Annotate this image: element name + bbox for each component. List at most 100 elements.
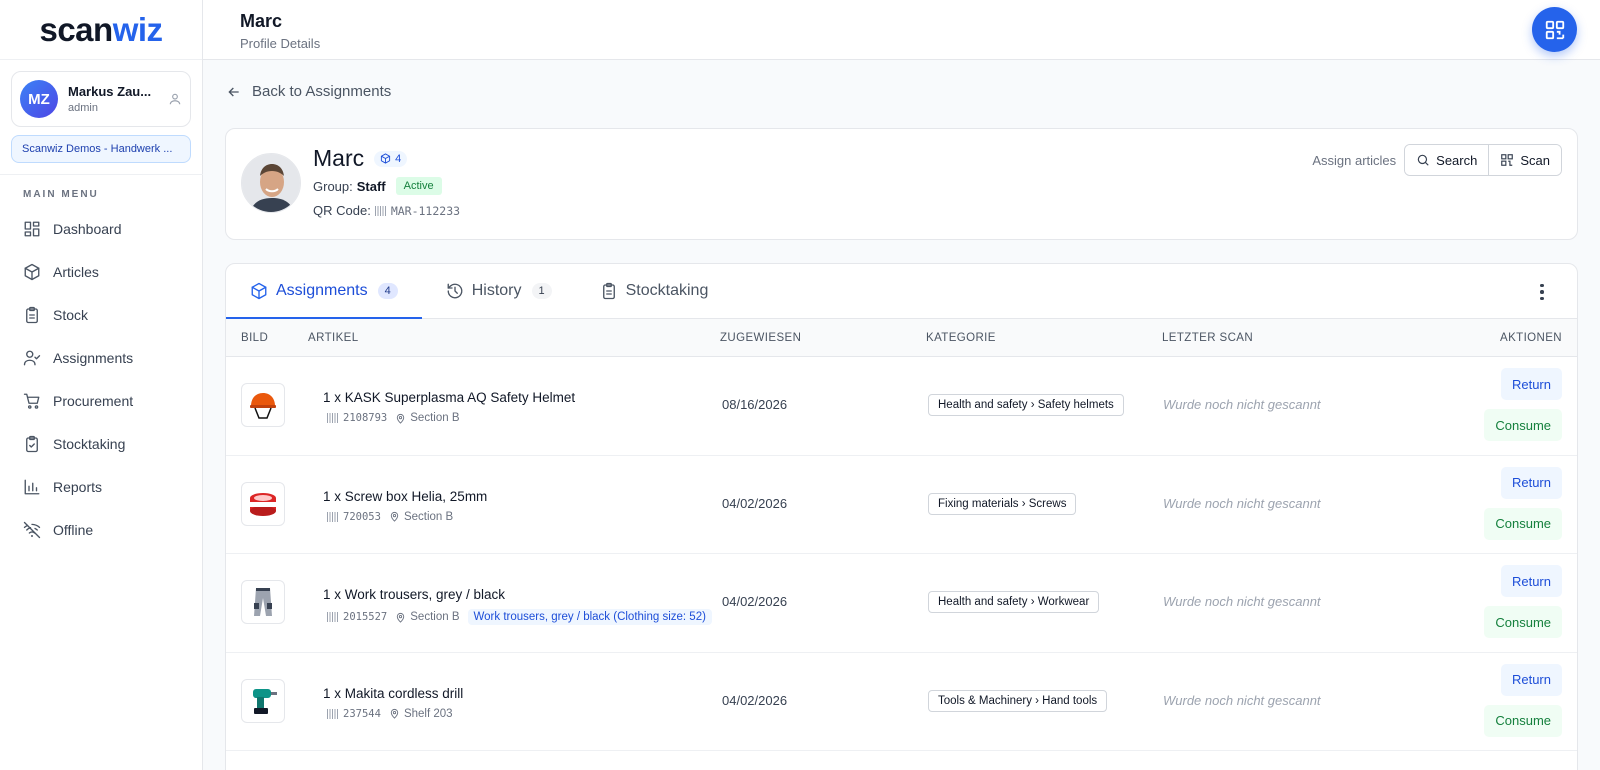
user-icon[interactable]	[168, 92, 182, 106]
barcode-icon	[374, 205, 387, 216]
tabs: Assignments 4 History 1 Stocktaking	[226, 264, 1577, 319]
assignment-count: 4	[395, 152, 402, 165]
sidebar-item-procurement[interactable]: Procurement	[0, 379, 203, 422]
group-row: Group: Staff Active	[313, 177, 442, 195]
category-badge: Tools & Machinery › Hand tools	[928, 689, 1108, 712]
article-location: Shelf 203	[403, 707, 453, 720]
article-meta: 2108793 Section B	[323, 412, 460, 424]
back-to-assignments-link[interactable]: Back to Assignments	[226, 83, 391, 100]
assigned-date: 04/02/2026	[722, 495, 788, 511]
organization-selector[interactable]: Scanwiz Demos - Handwerk ...	[11, 135, 191, 163]
sidebar-item-label: Dashboard	[53, 220, 122, 237]
table-header: BILD ARTIKEL ZUGEWIESEN KATEGORIE LETZTE…	[226, 319, 1577, 357]
article-image[interactable]	[241, 580, 285, 624]
profile-card: Marc 4 Group: Staff Active QR Code: MAR-…	[225, 128, 1578, 240]
sidebar-item-label: Offline	[53, 521, 94, 538]
sidebar-item-dashboard[interactable]: Dashboard	[0, 207, 203, 250]
consume-button[interactable]: Consume	[1484, 507, 1562, 540]
barcode-icon	[327, 708, 339, 719]
history-icon	[447, 283, 463, 299]
sidebar-item-label: Articles	[53, 263, 99, 280]
column-header-article: ARTIKEL	[308, 332, 359, 344]
consume-button[interactable]: Consume	[1484, 409, 1562, 441]
clipboard-check-icon	[26, 435, 38, 452]
consume-button[interactable]: Consume	[1484, 606, 1562, 638]
column-header-actions: AKTIONEN	[1500, 332, 1562, 344]
scanwiz-logo[interactable]: scan wiz	[0, 0, 202, 60]
sidebar-item-label: Assignments	[53, 349, 134, 366]
tab-history[interactable]: History 1	[422, 264, 576, 318]
scan-button[interactable]: Scan	[1488, 145, 1561, 175]
last-scan: Wurde noch nicht gescannt	[1163, 692, 1321, 708]
consume-button[interactable]: Consume	[1484, 704, 1562, 737]
search-button[interactable]: Search	[1405, 145, 1489, 175]
article-meta: 237544 Shelf 203	[323, 708, 453, 720]
wifi-off-icon	[23, 521, 41, 538]
top-bar: Marc Profile Details	[203, 0, 1600, 60]
article-image[interactable]	[241, 383, 285, 427]
return-button[interactable]: Return	[1500, 368, 1562, 400]
article-code: 2015527	[343, 611, 388, 623]
sidebar-item-stocktaking[interactable]: Stocktaking	[0, 422, 203, 465]
column-header-last-scan: LETZTER SCAN	[1162, 332, 1254, 344]
return-button[interactable]: Return	[1500, 466, 1562, 499]
article-location: Section B	[410, 412, 460, 424]
qr-scan-button[interactable]	[1532, 7, 1577, 52]
article-title[interactable]: 1 x Makita cordless drill	[323, 686, 463, 701]
sidebar-item-articles[interactable]: Articles	[0, 250, 203, 293]
assigned-date: 04/02/2026	[722, 692, 788, 708]
article-code: 237544	[343, 707, 381, 720]
profile-name-row: Marc 4	[313, 145, 408, 172]
more-options-icon[interactable]	[1532, 282, 1552, 302]
article-title[interactable]: 1 x KASK Superplasma AQ Safety Helmet	[323, 390, 575, 405]
trousers-icon	[254, 588, 272, 616]
sidebar-item-label: Reports	[53, 478, 103, 495]
column-header-category: KATEGORIE	[926, 332, 996, 344]
avatar: MZ	[20, 80, 58, 118]
last-scan: Wurde noch nicht gescannt	[1163, 495, 1321, 511]
article-image[interactable]	[241, 481, 285, 526]
tab-stocktaking[interactable]: Stocktaking	[576, 264, 733, 318]
qr-code-row: QR Code: MAR-112233	[313, 203, 460, 218]
sidebar: scan wiz MZ Markus Zau... admin Scanwiz D…	[0, 0, 203, 770]
article-image[interactable]	[241, 678, 285, 723]
helmet-icon	[250, 393, 276, 419]
sidebar-item-assignments[interactable]: Assignments	[0, 336, 203, 379]
table-row: 1 x Work trousers, grey / black 2015527 …	[226, 554, 1577, 653]
tab-label: History	[471, 282, 522, 299]
screw-box-icon	[250, 492, 276, 516]
user-check-icon	[23, 350, 41, 365]
status-badge: Active	[395, 177, 442, 195]
box-icon	[251, 282, 267, 300]
table-row: 1 x Makita cordless drill 237544 Shelf 2…	[226, 653, 1577, 751]
profile-name: Marc	[313, 145, 365, 171]
assigned-date: 04/02/2026	[722, 594, 788, 609]
cart-icon	[23, 393, 40, 409]
user-card[interactable]: MZ Markus Zau... admin	[11, 71, 191, 127]
group-value: Staff	[356, 178, 386, 194]
return-button[interactable]: Return	[1500, 663, 1562, 696]
profile-photo	[241, 153, 301, 213]
sidebar-item-reports[interactable]: Reports	[0, 465, 203, 508]
article-title[interactable]: 1 x Screw box Helia, 25mm	[323, 489, 487, 504]
sidebar-item-stock[interactable]: Stock	[0, 293, 203, 336]
box-icon	[24, 263, 40, 280]
variant-badge: Work trousers, grey / black (Clothing si…	[467, 609, 712, 625]
assignments-card: Assignments 4 History 1 Stocktaking BILD…	[225, 263, 1578, 770]
group-label: Group:	[313, 178, 353, 194]
qr-code-label: QR Code:	[313, 203, 371, 218]
sidebar-item-offline[interactable]: Offline	[0, 508, 203, 551]
tab-label: Assignments	[276, 282, 368, 299]
article-code: 2108793	[343, 412, 388, 424]
return-button[interactable]: Return	[1500, 565, 1562, 597]
tab-assignments[interactable]: Assignments 4	[226, 264, 422, 319]
page-title: Marc	[240, 11, 283, 31]
table-row: 1 x Screw box Helia, 25mm 720053 Section…	[226, 456, 1577, 554]
logo-text-wiz: wiz	[112, 10, 163, 48]
last-scan: Wurde noch nicht gescannt	[1163, 397, 1321, 412]
map-pin-icon	[397, 612, 405, 623]
box-icon	[381, 153, 391, 164]
tab-count: 4	[377, 283, 398, 299]
article-title[interactable]: 1 x Work trousers, grey / black	[323, 587, 505, 602]
clipboard-icon	[26, 306, 38, 323]
